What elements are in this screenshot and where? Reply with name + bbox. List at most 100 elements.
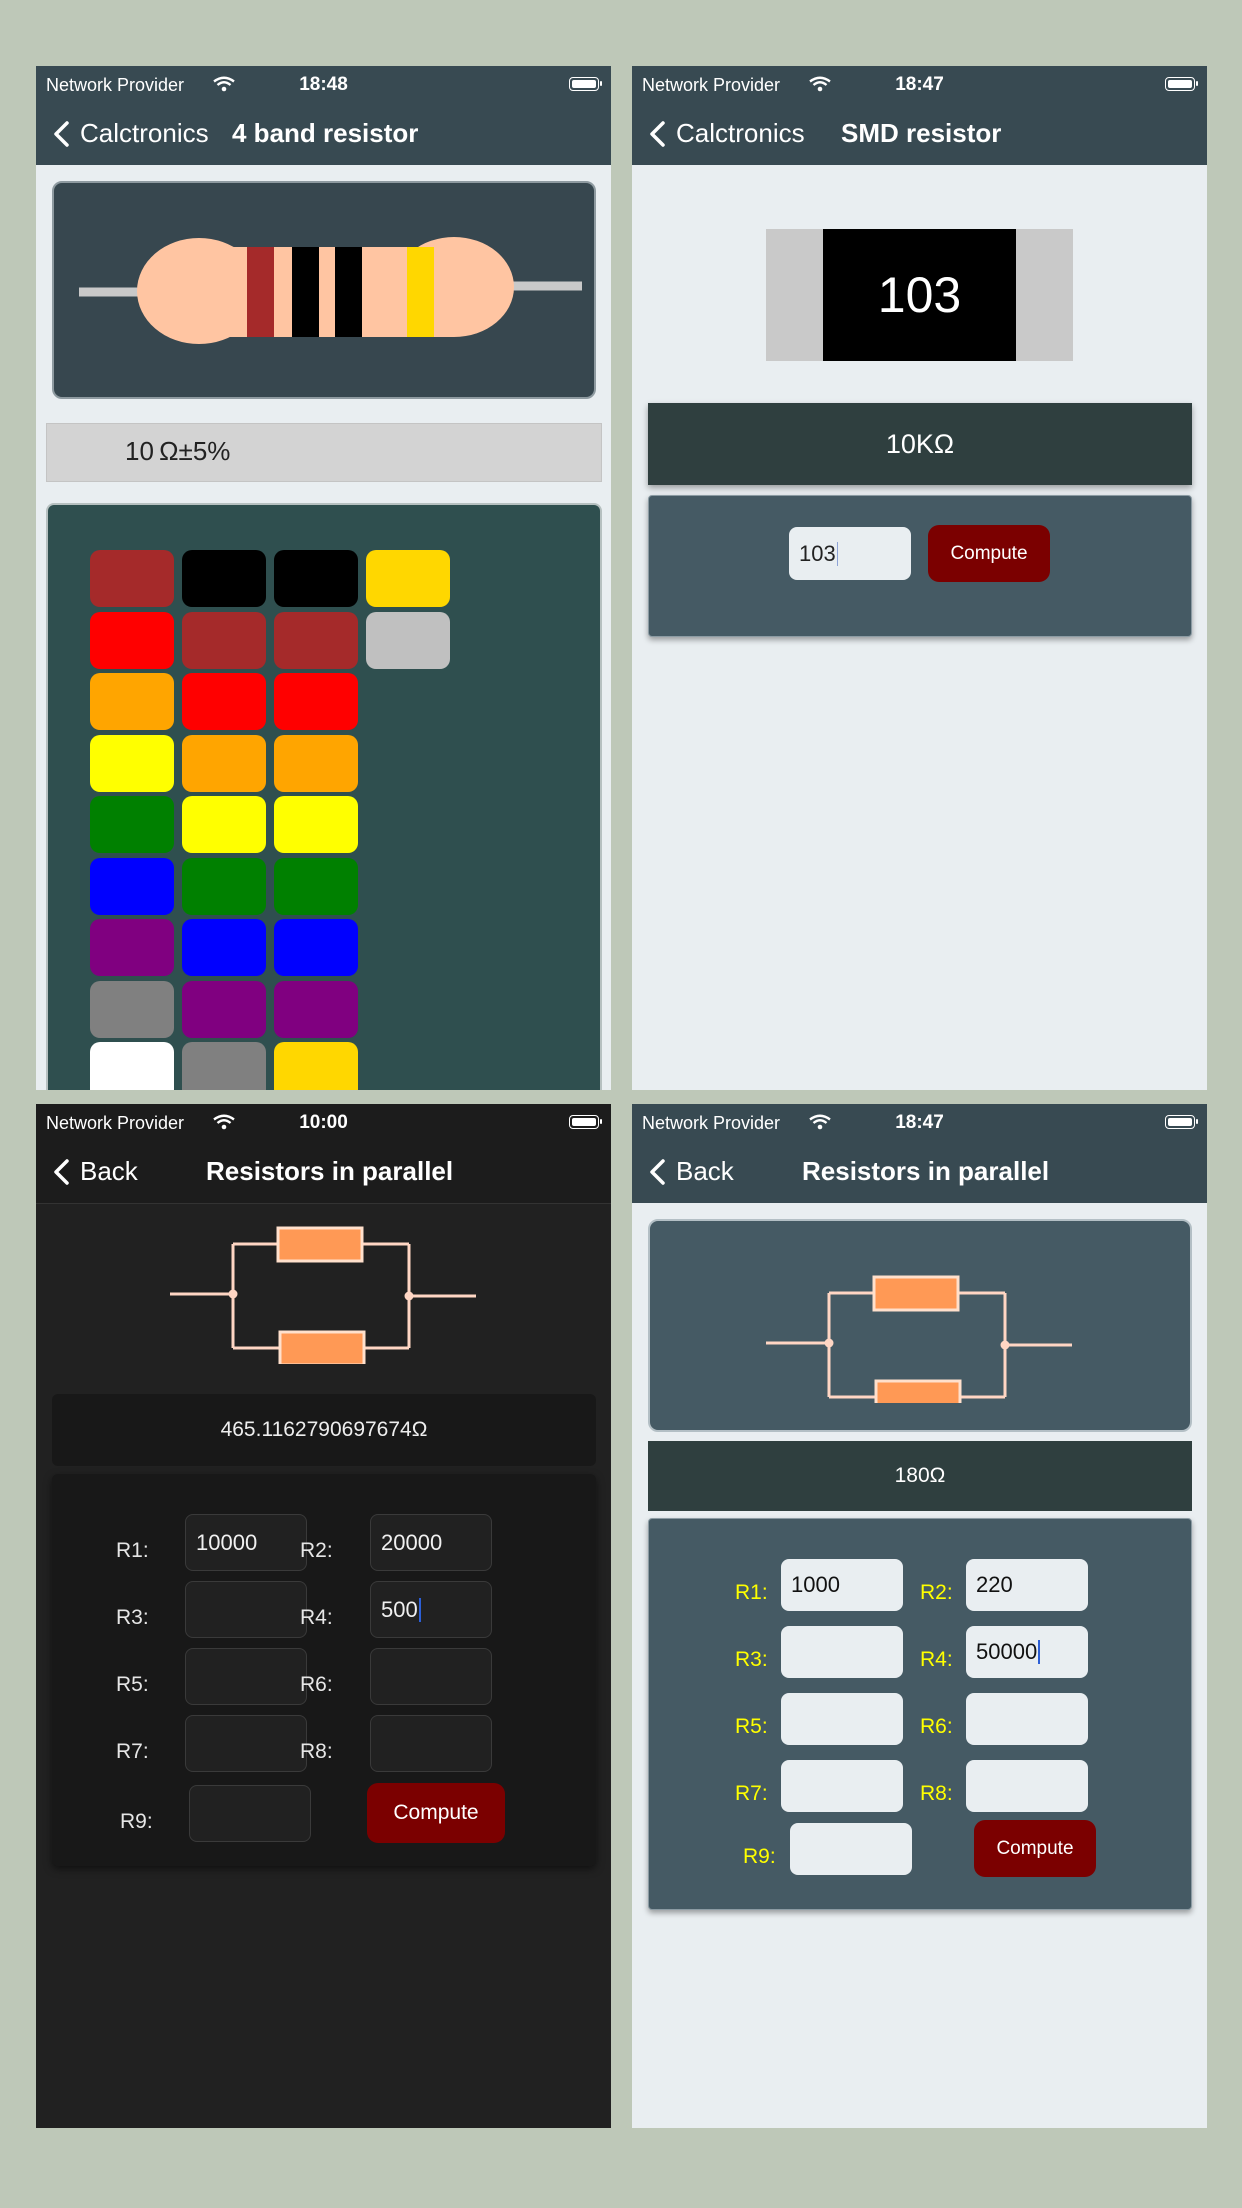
smd-code-input[interactable]: 103 <box>789 527 911 580</box>
chip-code: 103 <box>877 267 962 323</box>
color-swatch[interactable] <box>182 550 266 607</box>
color-swatch[interactable] <box>90 1042 174 1090</box>
band-2 <box>292 247 319 337</box>
input-panel: R1: 1000 R2: 220 R3: R4: 50000 R5: R6: R7: R8: R9: C… <box>648 1518 1192 1910</box>
color-swatch[interactable] <box>182 673 266 730</box>
color-swatch[interactable] <box>274 611 358 669</box>
color-swatch[interactable] <box>182 1042 266 1090</box>
r8-input[interactable] <box>966 1760 1088 1812</box>
back-button[interactable]: Calctronics <box>80 118 209 149</box>
r3-input[interactable] <box>185 1581 307 1638</box>
resistor-illustration <box>79 237 582 344</box>
color-swatch[interactable] <box>90 980 174 1038</box>
color-swatch[interactable] <box>90 611 174 669</box>
color-swatch[interactable] <box>90 673 174 730</box>
text-caret <box>418 1597 421 1622</box>
r3-input[interactable] <box>781 1626 903 1678</box>
compute-button[interactable]: Compute <box>928 525 1050 582</box>
color-swatch[interactable] <box>366 550 450 607</box>
parallel-light-screen: Network Provider 18:47 Back Resistors in… <box>632 1104 1207 2128</box>
r9-input[interactable] <box>189 1785 311 1842</box>
page-title: Resistors in parallel <box>802 1156 1050 1186</box>
smd-chip: 103 <box>766 229 1073 361</box>
r2-input[interactable]: 220 <box>966 1559 1088 1611</box>
r8-input[interactable] <box>370 1715 492 1772</box>
color-swatch[interactable] <box>274 673 358 730</box>
r5-input[interactable] <box>781 1693 903 1745</box>
status-time: 18:47 <box>895 74 944 95</box>
color-swatch[interactable] <box>274 550 358 607</box>
status-bar: Network Provider 10:00 <box>46 1110 602 1136</box>
color-swatch[interactable] <box>182 734 266 792</box>
status-time: 10:00 <box>299 1112 348 1133</box>
chevron-left-icon[interactable] <box>646 120 670 148</box>
r7-input[interactable] <box>781 1760 903 1812</box>
color-swatch[interactable] <box>90 857 174 915</box>
r6-input[interactable] <box>370 1648 492 1705</box>
r2-label: R2: <box>920 1581 953 1604</box>
r5-label: R5: <box>735 1715 768 1738</box>
resistance-value: 465.1162790697674Ω <box>220 1418 428 1441</box>
input-panel: 103 Compute <box>648 495 1192 637</box>
r7-label: R7: <box>116 1739 149 1763</box>
r7-label: R7: <box>735 1782 768 1805</box>
compute-button[interactable]: Compute <box>974 1820 1096 1877</box>
color-swatch[interactable] <box>90 734 174 792</box>
color-swatch[interactable] <box>274 980 358 1038</box>
compute-button[interactable]: Compute <box>367 1783 505 1843</box>
r8-label: R8: <box>300 1739 333 1763</box>
status-time: 18:48 <box>299 74 348 95</box>
color-swatch[interactable] <box>182 857 266 915</box>
r2-input[interactable]: 20000 <box>370 1514 492 1571</box>
resistor-preview-panel <box>52 181 596 399</box>
r9-input[interactable] <box>790 1823 912 1875</box>
chevron-left-icon[interactable] <box>646 1158 670 1186</box>
r6-input[interactable] <box>966 1693 1088 1745</box>
color-swatch[interactable] <box>274 734 358 792</box>
r3-label: R3: <box>735 1648 768 1671</box>
r4-label: R4: <box>920 1648 953 1671</box>
parallel-dark-screen: Network Provider 10:00 Back Resistors in… <box>36 1104 611 2128</box>
color-swatch[interactable] <box>90 919 174 976</box>
color-swatch[interactable] <box>182 919 266 976</box>
r2-label: R2: <box>300 1538 333 1562</box>
r9-label: R9: <box>743 1845 776 1868</box>
page-title: 4 band resistor <box>232 118 419 148</box>
color-swatch[interactable] <box>182 611 266 669</box>
smd-screen: Network Provider 18:47 Calctronics SMD r… <box>632 66 1207 1090</box>
color-swatch[interactable] <box>90 796 174 853</box>
r7-input[interactable] <box>185 1715 307 1772</box>
back-button[interactable]: Calctronics <box>676 118 805 149</box>
back-button[interactable]: Back <box>676 1156 734 1187</box>
chevron-left-icon[interactable] <box>50 120 74 148</box>
color-swatch[interactable] <box>366 611 450 669</box>
resistance-value: 180Ω <box>894 1464 946 1487</box>
r4-input[interactable]: 500 <box>370 1581 492 1638</box>
r1-input[interactable]: 1000 <box>781 1559 903 1611</box>
r1-input[interactable]: 10000 <box>185 1514 307 1571</box>
color-swatch[interactable] <box>274 796 358 853</box>
color-swatch[interactable] <box>182 796 266 853</box>
color-swatch[interactable] <box>182 980 266 1038</box>
battery-icon <box>569 1115 602 1129</box>
r5-input[interactable] <box>185 1648 307 1705</box>
nav-bar: Network Provider 18:47 Calctronics SMD r… <box>632 66 1207 165</box>
chevron-left-icon[interactable] <box>50 1158 74 1186</box>
r9-label: R9: <box>120 1809 153 1833</box>
color-swatch[interactable] <box>274 919 358 976</box>
band-3 <box>335 247 362 337</box>
band-1 <box>247 247 274 337</box>
color-swatch[interactable] <box>274 1042 358 1090</box>
nav-bar: Network Provider 18:48 Calctronics 4 ban… <box>36 66 611 165</box>
result-bar: 180Ω <box>648 1441 1192 1511</box>
color-swatch[interactable] <box>90 550 174 607</box>
r4-input[interactable]: 50000 <box>966 1626 1088 1678</box>
chip-body: 103 <box>823 229 1016 361</box>
page-title: Resistors in parallel <box>206 1156 454 1186</box>
battery-icon <box>1165 77 1198 91</box>
r8-label: R8: <box>920 1782 953 1805</box>
color-swatch[interactable] <box>274 857 358 915</box>
r6-label: R6: <box>300 1672 333 1696</box>
r4-label: R4: <box>300 1605 333 1629</box>
back-button[interactable]: Back <box>80 1156 138 1187</box>
